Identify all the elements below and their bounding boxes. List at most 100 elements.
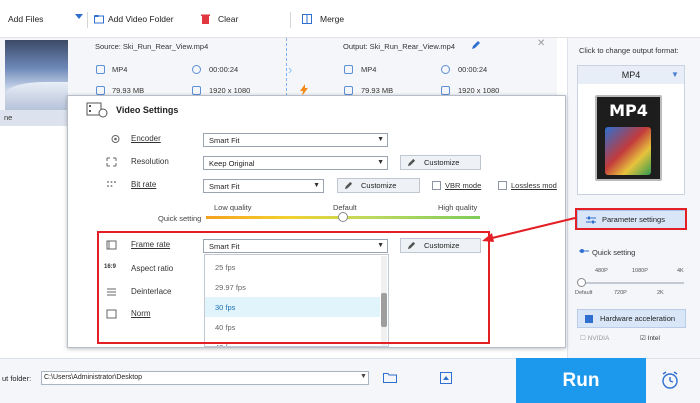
- pencil-icon[interactable]: [471, 40, 481, 50]
- intel-checkbox[interactable]: ☑ Intel: [640, 334, 660, 342]
- output-format: MP4: [361, 65, 377, 74]
- add-video-folder-label: Add Video Folder: [108, 14, 174, 24]
- open-folder-icon[interactable]: [440, 372, 452, 384]
- add-video-folder-button[interactable]: Add Video Folder: [94, 14, 174, 24]
- output-filename: Output: Ski_Run_Rear_View.mp4: [343, 42, 456, 51]
- film-icon: [86, 102, 108, 118]
- tick-720p: 720P: [614, 290, 627, 296]
- chevron-right-icon: ›: [288, 62, 293, 77]
- customize-label: Customize: [361, 181, 397, 190]
- chip-icon: [585, 314, 593, 323]
- folder-icon[interactable]: [383, 372, 397, 383]
- output-resolution: 1920 x 1080: [458, 86, 500, 95]
- toolbar-divider: [87, 12, 88, 28]
- nvidia-checkbox[interactable]: ☐ NVIDIA: [580, 334, 609, 342]
- resolution-icon: [106, 157, 117, 167]
- annotation-arrow: [482, 217, 576, 242]
- resolution-select[interactable]: Keep Original ▼: [203, 156, 388, 170]
- gear-icon: [111, 135, 120, 143]
- dialog-title: Video Settings: [116, 105, 179, 115]
- output-size: 79.93 MB: [361, 86, 394, 95]
- pencil-icon: [344, 181, 353, 190]
- resolution-icon: [192, 86, 201, 95]
- bitrate-select[interactable]: Smart Fit ▼: [203, 179, 324, 193]
- video-thumbnail[interactable]: [5, 40, 68, 110]
- chevron-down-icon: [75, 14, 83, 19]
- clear-label: Clear: [218, 14, 239, 24]
- bitrate-icon: [107, 181, 116, 187]
- run-button[interactable]: Run: [516, 358, 646, 403]
- tick-4k: 4K: [677, 268, 684, 274]
- highlight-parameter-settings-box: [575, 208, 687, 230]
- vbr-mode-checkbox[interactable]: [432, 181, 441, 190]
- nvidia-label: NVIDIA: [587, 335, 610, 342]
- add-files-button[interactable]: Add Files: [8, 14, 43, 24]
- resolution-icon: [441, 86, 450, 95]
- chevron-down-icon: ▼: [377, 136, 384, 143]
- default-quality-label: Default: [333, 203, 357, 212]
- encoder-select[interactable]: Smart Fit ▼: [203, 133, 388, 147]
- quick-setting-slider-handle[interactable]: [577, 278, 586, 287]
- merge-icon: [302, 14, 312, 24]
- mp4-art-label: MP4: [609, 101, 648, 120]
- close-icon[interactable]: ✕: [537, 38, 545, 49]
- thumbnail-caption: ne: [0, 110, 68, 126]
- bitrate-customize-button[interactable]: Customize: [337, 178, 420, 193]
- quick-setting-slider[interactable]: [579, 282, 684, 284]
- hardware-acceleration-button[interactable]: Hardware acceleration: [577, 309, 686, 328]
- mp4-format-icon[interactable]: MP4: [595, 95, 662, 181]
- source-resolution: 1920 x 1080: [209, 86, 251, 95]
- encoder-label[interactable]: Encoder: [131, 134, 161, 143]
- source-filename: Source: Ski_Run_Rear_View.mp4: [95, 42, 209, 51]
- customize-label: Customize: [424, 158, 460, 167]
- intel-label: Intel: [647, 335, 660, 342]
- chevron-down-icon: ▼: [377, 159, 384, 166]
- vbr-mode-label: VBR mode: [445, 181, 482, 190]
- merge-button[interactable]: Merge: [302, 14, 344, 24]
- clear-button[interactable]: Clear: [201, 14, 238, 24]
- lossless-mode-checkbox[interactable]: [498, 181, 507, 190]
- output-format-title: Click to change output format:: [579, 46, 679, 55]
- main-toolbar: Add Files Add Video Folder Clear Merge: [0, 0, 700, 38]
- selected-format-name: MP4: [621, 70, 641, 80]
- encoder-value: Smart Fit: [209, 136, 240, 145]
- bitrate-label[interactable]: Bit rate: [131, 180, 156, 189]
- tick-2k: 2K: [657, 290, 664, 296]
- trash-icon: [201, 14, 210, 24]
- output-duration: 00:00:24: [458, 65, 488, 74]
- file-size-icon: [96, 86, 105, 95]
- file-size-icon: [344, 86, 353, 95]
- quick-setting-label: Quick setting: [158, 214, 202, 223]
- resolution-customize-button[interactable]: Customize: [400, 155, 481, 170]
- add-files-label: Add Files: [8, 14, 44, 24]
- pencil-icon: [407, 158, 416, 167]
- quick-setting-icon: [579, 249, 589, 253]
- source-duration: 00:00:24: [209, 65, 239, 74]
- high-quality-label: High quality: [438, 203, 478, 212]
- output-folder-input[interactable]: C:\Users\Administrator\Desktop: [41, 371, 369, 385]
- low-quality-label: Low quality: [214, 203, 252, 212]
- highlight-frame-rate-box: [97, 231, 490, 344]
- chevron-down-icon: ▼: [671, 70, 679, 79]
- folder-add-icon: [94, 15, 104, 24]
- resolution-label: Resolution: [131, 157, 169, 166]
- merge-label: Merge: [320, 14, 345, 24]
- tick-480p: 480P: [595, 268, 608, 274]
- toolbar-divider: [290, 12, 291, 28]
- chevron-down-icon[interactable]: ▼: [360, 373, 367, 380]
- add-files-dropdown[interactable]: [75, 14, 83, 20]
- hardware-acceleration-label: Hardware acceleration: [600, 314, 676, 323]
- tick-default: Default: [575, 290, 593, 296]
- source-size: 79.93 MB: [112, 86, 145, 95]
- clock-icon: [192, 65, 201, 74]
- clock-icon: [441, 65, 450, 74]
- source-format: MP4: [112, 65, 128, 74]
- quality-slider-handle[interactable]: [338, 212, 348, 222]
- chevron-down-icon: ▼: [313, 182, 320, 189]
- bitrate-value: Smart Fit: [209, 182, 240, 191]
- resolution-value: Keep Original: [209, 159, 255, 168]
- alarm-clock-icon[interactable]: [660, 370, 680, 390]
- format-icon: [344, 65, 353, 74]
- format-icon: [96, 65, 105, 74]
- tick-1080p: 1080P: [632, 268, 648, 274]
